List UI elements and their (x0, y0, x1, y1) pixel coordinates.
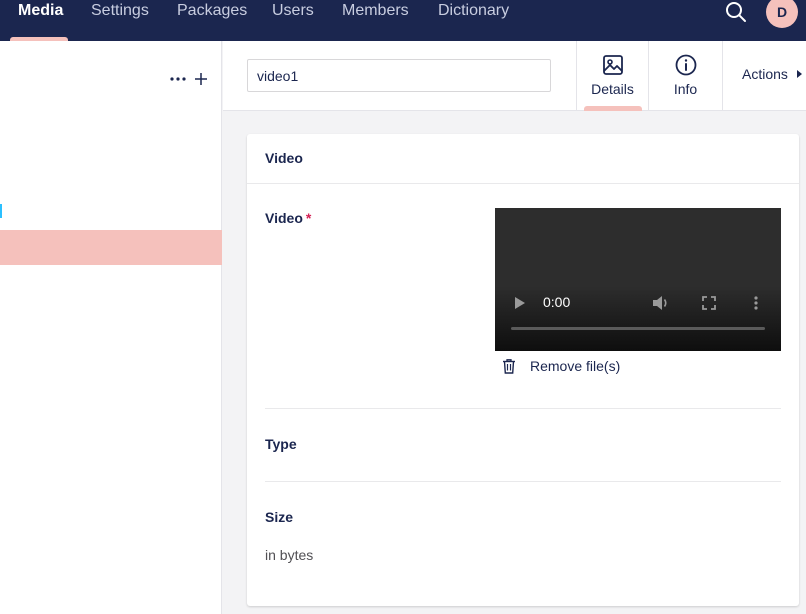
video-property-label: Video * (265, 210, 311, 226)
user-avatar[interactable]: D (766, 0, 798, 28)
caret-right-icon (797, 70, 802, 78)
nav-item-media[interactable]: Media (18, 0, 63, 41)
size-property-description: in bytes (265, 547, 314, 563)
play-icon[interactable] (515, 297, 525, 309)
size-property-label: Size (265, 509, 294, 525)
actions-label: Actions (742, 66, 788, 82)
nav-item-packages[interactable]: Packages (177, 0, 247, 41)
search-icon[interactable] (724, 0, 748, 24)
info-icon (674, 53, 698, 77)
editor-header: Details Info Actions (223, 41, 806, 111)
tab-info-label: Info (673, 81, 698, 97)
media-name-input[interactable] (247, 59, 551, 92)
nav-item-users[interactable]: Users (272, 0, 314, 41)
media-tree-sidebar (0, 41, 222, 614)
video-player[interactable]: 0:00 (495, 208, 781, 351)
volume-icon[interactable] (652, 295, 670, 311)
active-tab-indicator (584, 106, 642, 111)
tree-item-selected[interactable] (0, 230, 222, 265)
tree-item-marker (0, 204, 2, 218)
tab-info[interactable]: Info (648, 41, 722, 111)
ellipsis-icon[interactable] (168, 69, 188, 89)
actions-menu-button[interactable]: Actions (722, 41, 806, 111)
plus-icon[interactable] (193, 71, 209, 87)
nav-item-settings[interactable]: Settings (91, 0, 149, 41)
image-icon (601, 53, 625, 77)
top-navigation-bar: Media Settings Packages Users Members Di… (0, 0, 806, 41)
nav-item-members[interactable]: Members (342, 0, 409, 41)
video-progress-bar[interactable] (511, 327, 765, 330)
required-marker: * (305, 210, 312, 226)
type-property-label: Type (265, 436, 297, 452)
video-label-text: Video (265, 210, 303, 226)
tab-details-label: Details (591, 81, 634, 97)
remove-files-label: Remove file(s) (530, 358, 621, 374)
property-divider (265, 481, 781, 482)
nav-item-dictionary[interactable]: Dictionary (438, 0, 509, 41)
card-header: Video (247, 134, 799, 184)
property-divider (265, 408, 781, 409)
video-properties-card: Video Video * 0:00 Remove file(s) Type S… (247, 134, 799, 606)
tab-details[interactable]: Details (576, 41, 648, 111)
card-title: Video (265, 150, 303, 166)
video-time: 0:00 (543, 294, 571, 310)
trash-icon (501, 358, 517, 374)
more-options-icon[interactable] (753, 295, 759, 311)
fullscreen-icon[interactable] (702, 296, 716, 310)
